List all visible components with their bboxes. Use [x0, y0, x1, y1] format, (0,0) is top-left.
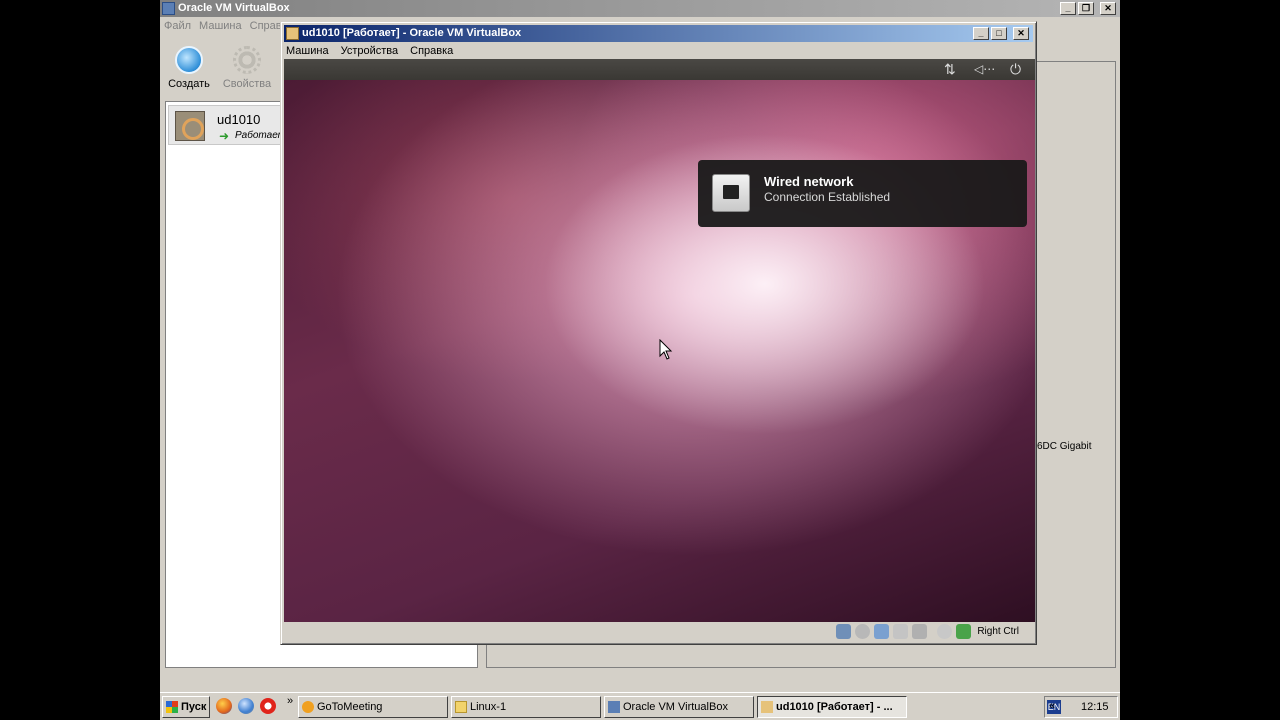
manager-title-bar[interactable]: Oracle VM VirtualBox _ ❐ ✕ — [160, 0, 1120, 17]
menu-help[interactable]: Справ — [250, 17, 282, 35]
firefox-icon[interactable] — [216, 698, 232, 714]
create-icon — [175, 46, 203, 74]
close-button[interactable]: ✕ — [1013, 27, 1029, 40]
shared-folders-icon[interactable] — [912, 623, 928, 639]
menu-file[interactable]: Файл — [164, 17, 191, 35]
close-button[interactable]: ✕ — [1100, 2, 1116, 15]
create-label: Создать — [168, 78, 210, 90]
vm-state: Работает — [235, 130, 286, 141]
gear-icon — [233, 46, 261, 74]
usb-icon[interactable] — [893, 623, 909, 639]
menu-machine[interactable]: Машина — [286, 43, 329, 59]
opera-icon[interactable] — [260, 698, 276, 714]
optical-disk-icon[interactable] — [855, 623, 871, 639]
folder-icon — [455, 701, 467, 713]
volume-icon[interactable]: ◁⋯ — [974, 61, 995, 77]
guest-display[interactable]: ⇅ ◁⋯ ⏻ Wired network Connection Establis… — [284, 59, 1035, 622]
manager-title: Oracle VM VirtualBox — [178, 2, 290, 14]
host-desktop: Oracle VM VirtualBox _ ❐ ✕ Файл Машина С… — [160, 0, 1120, 720]
manager-menu-bar: Файл Машина Справ — [160, 17, 282, 35]
ethernet-icon — [712, 174, 750, 212]
show-hidden-icons-button[interactable]: « — [1049, 700, 1055, 712]
task-gotomeeting[interactable]: GoToMeeting — [298, 696, 448, 718]
task-label: Linux-1 — [470, 701, 507, 713]
quick-launch-overflow[interactable]: » — [287, 695, 293, 707]
power-icon[interactable]: ⏻ — [1010, 61, 1021, 77]
network-icon[interactable] — [874, 623, 890, 639]
vm-window-icon — [286, 27, 299, 40]
create-button[interactable]: Создать — [160, 38, 218, 96]
task-virtualbox-manager[interactable]: Oracle VM VirtualBox — [604, 696, 754, 718]
host-key-label: Right Ctrl — [977, 625, 1019, 637]
gotomeeting-icon — [302, 701, 314, 713]
vm-title-bar[interactable]: ud1010 [Работает] - Oracle VM VirtualBox… — [284, 25, 1033, 42]
task-linux-folder[interactable]: Linux-1 — [451, 696, 601, 718]
task-label: Oracle VM VirtualBox — [623, 701, 728, 713]
menu-machine[interactable]: Машина — [199, 17, 242, 35]
os-type-icon — [175, 111, 205, 141]
vm-window: ud1010 [Работает] - Oracle VM VirtualBox… — [280, 21, 1037, 645]
vm-title: ud1010 [Работает] - Oracle VM VirtualBox — [302, 27, 522, 39]
minimize-button[interactable]: _ — [973, 27, 989, 40]
vm-menu-bar: Машина Устройства Справка — [286, 43, 453, 59]
vm-status-bar: Right Ctrl — [284, 621, 1033, 641]
thunderbird-icon[interactable] — [238, 698, 254, 714]
start-button[interactable]: Пуск — [162, 696, 210, 718]
network-notification: Wired network Connection Established — [698, 160, 1027, 227]
mouse-integration-icon[interactable] — [956, 623, 972, 639]
vm-window-icon — [761, 701, 773, 713]
running-arrow-icon: ➜ — [219, 129, 230, 143]
menu-devices[interactable]: Устройства — [341, 43, 399, 59]
virtualbox-icon — [162, 2, 175, 15]
minimize-button[interactable]: _ — [1060, 2, 1076, 15]
task-label: ud1010 [Работает] - ... — [776, 701, 893, 713]
guest-top-panel: ⇅ ◁⋯ ⏻ — [284, 59, 1035, 80]
task-vm-window[interactable]: ud1010 [Работает] - ... — [757, 696, 907, 718]
restore-button[interactable]: ❐ — [1078, 2, 1094, 15]
virtualbox-icon — [608, 701, 620, 713]
network-adapter-text: 6DC Gigabit — [1037, 441, 1092, 452]
vm-name: ud1010 — [217, 112, 261, 127]
clock[interactable]: 12:15 — [1081, 701, 1109, 713]
notification-body: Connection Established — [764, 190, 891, 204]
vm-list-item[interactable]: ud1010 ➜ Работает — [168, 105, 288, 145]
properties-button[interactable]: Свойства — [218, 38, 276, 96]
taskbar: Пуск » GoToMeeting Linux-1 Oracle VM Vir… — [160, 692, 1120, 720]
notification-title: Wired network — [764, 174, 854, 189]
system-tray: « 12:15 — [1044, 696, 1118, 718]
manager-toolbar: Создать Свойства — [160, 38, 276, 96]
properties-label: Свойства — [222, 78, 272, 90]
network-arrows-icon[interactable]: ⇅ — [944, 61, 956, 77]
menu-help[interactable]: Справка — [410, 43, 453, 59]
task-label: GoToMeeting — [317, 701, 383, 713]
maximize-button[interactable]: □ — [991, 27, 1007, 40]
capture-icon[interactable] — [937, 623, 953, 639]
hard-disk-icon[interactable] — [836, 623, 852, 639]
